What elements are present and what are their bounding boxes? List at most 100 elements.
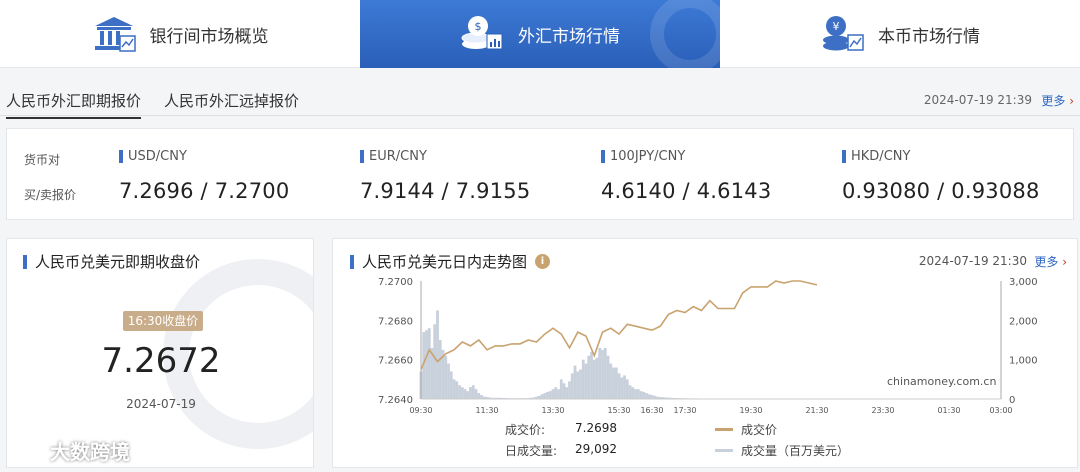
volume-bar — [436, 310, 439, 399]
brand-text: 大数跨境 — [50, 440, 130, 464]
volume-bar — [628, 385, 632, 399]
volume-bar — [592, 359, 596, 399]
chart-more-link[interactable]: 更多 › — [1034, 253, 1067, 270]
tab-fx-market[interactable]: $ 外汇市场行情 — [360, 0, 720, 68]
quote-subtabs: 人民币外汇即期报价 人民币外汇远掉报价 2024-07-19 21:39 更多 … — [0, 84, 1080, 119]
y-tick-left: 7.2640 — [378, 395, 413, 406]
price-line — [420, 280, 818, 370]
volume-bar — [471, 385, 475, 399]
volume-bar — [433, 324, 437, 399]
volume-bar — [568, 381, 571, 399]
volume-bar — [559, 379, 563, 399]
y-tick-right: 0 — [1009, 395, 1015, 406]
card-title-text: 人民币兑美元即期收盘价 — [35, 253, 201, 271]
bar-marker-icon — [601, 150, 605, 163]
volume-bar — [603, 347, 607, 399]
closing-price: 7.2672 — [101, 341, 221, 381]
legend-volume-swatch — [715, 449, 733, 452]
volume-bar — [452, 379, 456, 399]
more-label: 更多 — [1041, 94, 1066, 108]
subtab-forward-swap-quote[interactable]: 人民币外汇远掉报价 — [164, 90, 299, 117]
x-tick: 19:30 — [739, 406, 762, 415]
volume-bar — [425, 330, 428, 399]
pair-eur-cny[interactable]: EUR/CNY — [360, 149, 427, 164]
x-tick: 21:30 — [805, 406, 828, 415]
pair-usd-cny[interactable]: USD/CNY — [119, 149, 187, 164]
card-title: 人民币兑美元日内走势图 i — [350, 251, 551, 272]
volume-bar — [612, 367, 615, 399]
volume-bar — [631, 387, 635, 399]
volume-bar — [645, 393, 648, 399]
pair-100jpy-cny[interactable]: 100JPY/CNY — [601, 149, 685, 164]
closing-badge: 16:30收盘价 — [123, 311, 203, 331]
x-tick: 23:30 — [871, 406, 894, 415]
tab-label: 银行间市场概览 — [149, 26, 269, 47]
bank-chart-icon — [94, 17, 136, 52]
volume-bar — [587, 355, 591, 399]
volume-bar — [620, 377, 624, 399]
brand-logo-icon — [8, 441, 44, 460]
pair-label: HKD/CNY — [851, 149, 911, 164]
volume-bar — [477, 393, 481, 399]
volume-bar — [469, 387, 472, 399]
tab-label: 本币市场行情 — [878, 26, 980, 47]
tab-label: 外汇市场行情 — [518, 26, 620, 47]
volume-bar — [447, 363, 450, 399]
volume-bar — [474, 389, 478, 399]
deal-volume-label: 日成交量: — [505, 444, 558, 458]
volume-bar — [570, 373, 574, 399]
pair-label: 100JPY/CNY — [610, 149, 686, 164]
subtab-spot-quote[interactable]: 人民币外汇即期报价 — [6, 90, 142, 119]
legend-price-swatch — [715, 428, 733, 431]
volume-bar — [557, 389, 560, 399]
pair-label: USD/CNY — [128, 149, 187, 164]
deal-price-label: 成交价: — [505, 423, 546, 437]
volume-bar — [562, 383, 566, 399]
tab-interbank-overview[interactable]: 银行间市场概览 — [0, 0, 360, 68]
x-tick: 11:30 — [475, 406, 498, 415]
chart-watermark: chinamoney.com.cn — [887, 375, 997, 388]
y-tick-right: 2,000 — [1009, 316, 1038, 327]
chevron-right-icon: › — [1069, 94, 1074, 108]
brand-watermark: 大数跨境 — [8, 436, 130, 465]
volume-bar — [623, 375, 626, 399]
info-icon[interactable]: i — [535, 254, 551, 269]
volume-bar — [576, 371, 580, 399]
volume-bar — [449, 371, 453, 399]
bar-marker-icon — [842, 150, 846, 163]
volume-bar — [460, 387, 464, 399]
pair-hkd-cny[interactable]: HKD/CNY — [842, 149, 910, 164]
y-tick-left: 7.2680 — [378, 316, 413, 327]
tab-rmb-market[interactable]: ¥ 本币市场行情 — [720, 0, 1080, 68]
volume-bar — [548, 391, 552, 399]
top-nav: 银行间市场概览 $ 外汇市场行情 ¥ 本币市场行情 — [0, 0, 1080, 68]
svg-text:$: $ — [475, 20, 482, 33]
volume-bar — [554, 387, 558, 399]
volume-bar — [565, 387, 569, 399]
bar-marker-icon — [360, 150, 364, 163]
volume-bar — [543, 393, 547, 399]
x-tick: 17:30 — [673, 406, 696, 415]
deal-price-value: 7.2698 — [575, 421, 617, 435]
volume-bar — [546, 391, 549, 399]
more-link[interactable]: 更多 › — [1041, 92, 1074, 109]
volume-bar — [480, 395, 483, 399]
card-title-text: 人民币兑美元日内走势图 — [362, 253, 528, 271]
volume-bar — [617, 373, 621, 399]
volume-bar — [601, 349, 604, 399]
y-tick-left: 7.2660 — [378, 356, 413, 367]
volume-bar — [584, 363, 588, 399]
pair-label: EUR/CNY — [369, 149, 427, 164]
volume-bar — [614, 367, 618, 399]
bar-marker-icon — [350, 254, 354, 269]
volume-bar — [609, 363, 613, 399]
price-row-label: 买/卖报价 — [24, 188, 77, 202]
volume-bar — [455, 381, 459, 399]
volume-bar — [639, 391, 643, 399]
chart-timestamp: 2024-07-19 21:30 — [918, 254, 1027, 268]
x-tick: 01:30 — [937, 406, 960, 415]
volume-bar — [647, 394, 651, 399]
coins-chart-icon: $ — [461, 16, 503, 50]
price-eur-cny: 7.9144 / 7.9155 — [360, 179, 531, 203]
y-tick-right: 1,000 — [1009, 356, 1038, 367]
